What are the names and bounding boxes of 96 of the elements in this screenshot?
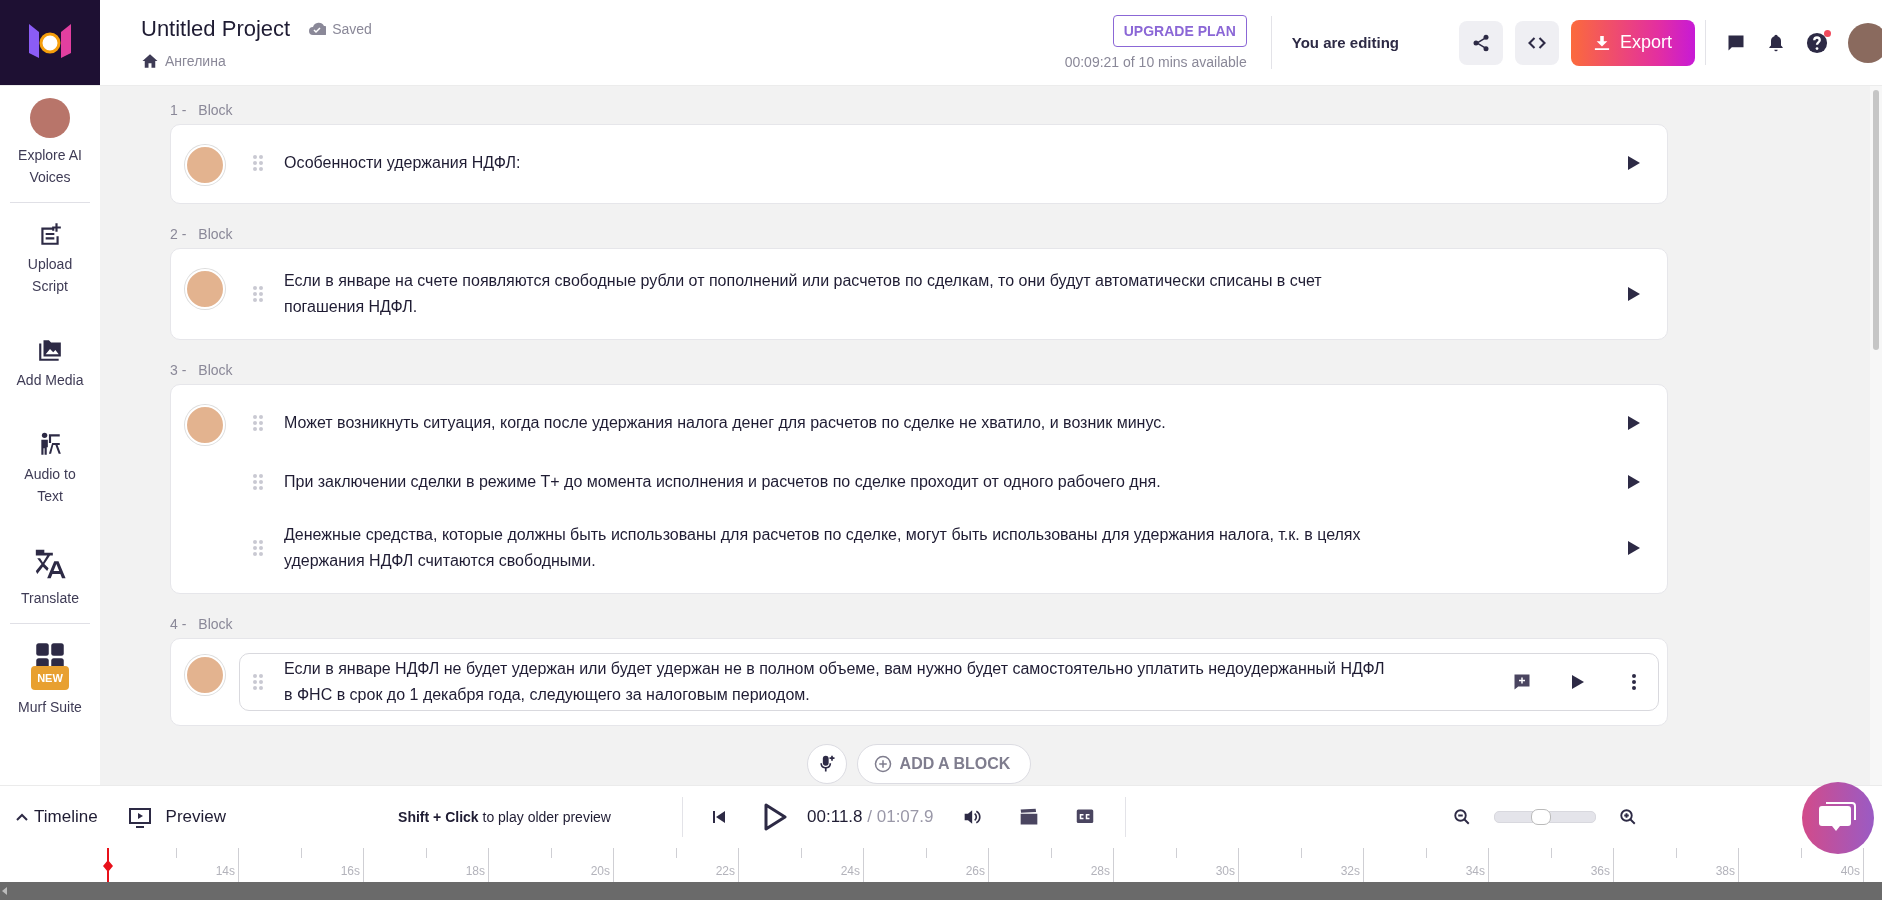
play-icon [763,803,788,831]
share-button[interactable] [1459,20,1503,65]
embed-code-button[interactable] [1515,20,1559,65]
comment-plus-icon [1513,673,1531,691]
block-number: 3 - [170,362,187,378]
drag-handle-icon [252,673,264,691]
save-status: Saved [332,20,372,37]
zoom-in-icon [1619,808,1638,826]
paragraph-text[interactable]: Если в январе НДФЛ не будет удержан или будет удержан не в полном объеме, вам нужно будет самостоятельно уплатить недоудержанный НДФЛ в ФНС в срок до 1 декабря года, следующего за налоговым периодом. [284,656,1394,708]
clapperboard-icon [1019,807,1040,827]
translate-icon [33,547,67,581]
drag-handle-icon [252,154,264,172]
sidebar-item[interactable]: NEW Murf Suite [12,642,88,718]
usage-text: 00:09:21 of 10 mins available [1064,54,1247,70]
block-label: Block [198,616,233,632]
time-tick-label: 34s [1465,864,1486,880]
slider-thumb[interactable] [1531,809,1552,825]
share-icon [1471,32,1491,53]
drag-handle-icon [252,473,264,491]
zoom-slider[interactable] [1494,811,1597,823]
play-icon [1627,415,1641,431]
time-tick-label: 32s [1340,864,1361,880]
play-icon [1571,674,1585,690]
export-button[interactable]: Export [1571,19,1695,66]
play-button[interactable] [763,803,788,831]
more-vertical-icon [1631,673,1637,691]
timeline-toggle[interactable]: Timeline [16,807,98,827]
horizontal-scrollbar[interactable] [0,882,1882,900]
voice-avatar [30,98,70,138]
add-block-button[interactable]: ADD A BLOCK [856,744,1032,784]
upgrade-plan-button[interactable]: UPGRADE PLAN [1112,15,1247,47]
paragraph-text[interactable]: Если в январе на счете появляются свободные рубли от пополнений или расчетов по сделкам, то они будут автоматически списаны в счет погашения НДФЛ. [284,268,1394,320]
block-label: Block [198,226,233,242]
time-tick-label: 40s [1840,864,1861,880]
preview-button[interactable]: Preview [127,806,227,828]
sidebar-item[interactable]: Audio to Text [12,431,88,507]
play-icon [1627,155,1641,171]
cloud-check-icon [308,21,327,36]
time-tick-label: 16s [340,864,361,880]
block-label: Block [198,362,233,378]
sidebar-item[interactable]: Add Media [12,337,88,391]
paragraph-row[interactable]: При заключении сделки в режиме Т+ до момента исполнения и расчетов по сделке проходит от одного рабочего дня. [239,462,1659,502]
time-tick-label: 38s [1715,864,1736,880]
sidebar-item[interactable]: Explore AI Voices [12,98,88,188]
paragraph-row[interactable]: Особенности удержания НДФЛ: [239,143,1659,183]
bell-icon [1766,32,1786,53]
time-tick-label: 24s [840,864,861,880]
block-label: Block [198,102,233,118]
time-tick-label: 20s [590,864,611,880]
paragraph-row[interactable]: Если в январе НДФЛ не будет удержан или будет удержан не в полном объеме, вам нужно будет самостоятельно уплатить недоудержанный НДФЛ в ФНС в срок до 1 декабря года, следующего за налоговым периодом. [239,653,1659,711]
cc-icon [1075,808,1096,826]
block-number: 1 - [170,102,187,118]
scroll-left-icon [0,886,10,896]
zoom-out-icon [1453,808,1472,826]
drag-handle-icon [252,539,264,557]
plus-circle-icon [873,755,892,773]
new-badge: NEW [31,666,69,690]
editing-status: You are editing [1291,34,1399,51]
time-tick-label: 30s [1215,864,1236,880]
add-comment-button[interactable] [1512,672,1532,692]
sidebar-item[interactable]: Translate [12,547,88,609]
paragraph-row[interactable]: Может возникнуть ситуация, когда после удержания налога денег для расчетов по сделке не хватило, и возник минус. [239,403,1659,443]
preview-hint: Shift + Click to play older preview [398,809,612,825]
time-tick-label: 18s [465,864,486,880]
play-icon [1627,286,1641,302]
playhead-icon [103,848,113,882]
block-number: 4 - [170,616,187,632]
user-avatar[interactable] [1848,22,1882,63]
vertical-scrollbar[interactable] [1870,86,1882,785]
download-icon [1594,33,1610,52]
paragraph-row[interactable]: Денежные средства, которые должны быть использованы для расчетов по сделке, могут быть использованы для удержания налога, т.к. в целях удержания НДФЛ считаются свободными. [239,521,1659,575]
time-tick-label: 28s [1090,864,1111,880]
time-tick-label: 36s [1590,864,1611,880]
paragraph-text[interactable]: Особенности удержания НДФЛ: [284,150,1394,176]
paragraph-text[interactable]: Денежные средства, которые должны быть использованы для расчетов по сделке, могут быть использованы для удержания налога, т.к. в целях удержания НДФЛ считаются свободными. [284,522,1394,574]
paragraph-row[interactable]: Если в январе на счете появляются свободные рубли от пополнений или расчетов по сделкам, то они будут автоматически списаны в счет погашения НДФЛ. [239,267,1659,321]
drag-handle-icon [252,414,264,432]
photo-folder-icon [37,337,63,363]
time-tick-label: 22s [715,864,736,880]
play-icon [1627,540,1641,556]
project-title[interactable]: Untitled Project [141,15,291,42]
drag-handle-icon [252,285,264,303]
sidebar-item[interactable]: Upload Script [12,221,88,297]
clapperboard-button[interactable] [1019,807,1040,827]
time-tick-label: 14s [215,864,236,880]
play-icon [1627,474,1641,490]
paragraph-text[interactable]: Может возникнуть ситуация, когда после удержания налога денег для расчетов по сделке не хватило, и возник минус. [284,410,1394,436]
chevron-up-icon [16,812,28,822]
record-button[interactable] [806,744,847,784]
time-tick-label: 26s [965,864,986,880]
playback-time: 00:11.8 / 01:07.9 [807,807,934,827]
skip-back-icon [712,810,727,824]
paragraph-text[interactable]: При заключении сделки в режиме Т+ до момента исполнения и расчетов по сделке проходит от одного рабочего дня. [284,469,1394,495]
help-icon [1806,31,1828,54]
block-number: 2 - [170,226,187,242]
monitor-play-icon [127,806,152,828]
